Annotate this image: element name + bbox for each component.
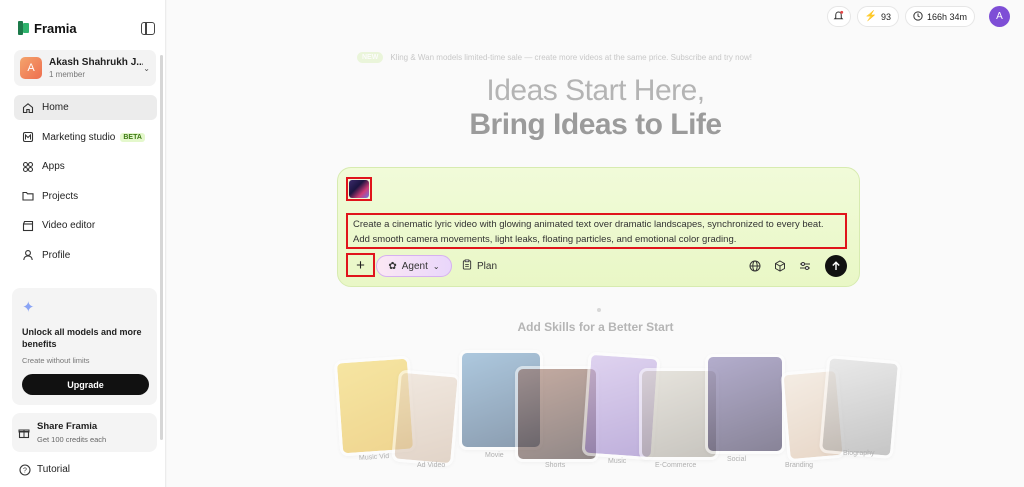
account-switcher[interactable]: A Akash Shahrukh J... 1 member ⌄ [14, 50, 156, 86]
skill-card-label: Music [608, 458, 627, 465]
user-icon [21, 249, 34, 262]
sidebar-item-label: Marketing studio [42, 131, 116, 143]
help-circle-icon: ? [18, 463, 31, 476]
app-window: Framia A Akash Shahrukh J... 1 member ⌄ … [0, 0, 1024, 487]
credits-count: 93 [880, 11, 891, 22]
share-subtitle: Get 100 credits each [37, 435, 107, 444]
account-members: 1 member [49, 70, 86, 79]
sidebar-item-home[interactable]: Home [14, 95, 157, 120]
tutorial-label: Tutorial [37, 464, 70, 475]
svg-text:?: ? [23, 467, 27, 474]
skill-card-label: E-Commerce [655, 462, 697, 469]
skill-card-label: Branding [785, 462, 814, 469]
skill-card-label: Music Vid [358, 452, 390, 463]
announcement-banner[interactable]: NEW Kling & Wan models limited-time sale… [357, 52, 752, 63]
promo-title: Unlock all models and more benefits [22, 327, 142, 349]
account-avatar: A [20, 57, 42, 79]
sidebar-item-video-editor[interactable]: Video editor [14, 213, 157, 238]
prompt-composer: Create a cinematic lyric video with glow… [337, 167, 860, 287]
sidebar-nav: Home Marketing studio BETA Apps Projects… [14, 95, 157, 272]
clipboard-icon [462, 259, 472, 273]
sidebar-item-marketing-studio[interactable]: Marketing studio BETA [14, 125, 157, 150]
skill-card-label: Biography [843, 450, 875, 457]
skill-card-label: Movie [485, 452, 504, 459]
sidebar-item-label: Video editor [42, 220, 96, 231]
hero-title-line-2: Bring Ideas to Life [469, 108, 722, 141]
lightning-icon: ⚡ [864, 11, 877, 22]
globe-icon[interactable] [748, 259, 762, 273]
cube-icon[interactable] [773, 259, 787, 273]
brand[interactable]: Framia [18, 21, 77, 36]
add-attachment-button[interactable]: + [346, 253, 375, 277]
account-name: Akash Shahrukh J... [49, 57, 144, 68]
agent-dropdown[interactable]: ✿ Agent ⌄ [376, 255, 452, 277]
announcement-text: Kling & Wan models limited-time sale — c… [390, 53, 752, 62]
time-remaining-value: 166h 34m [926, 11, 967, 22]
skill-card-ad-video[interactable] [391, 369, 461, 467]
time-remaining[interactable]: 166h 34m [904, 6, 975, 27]
composer-tools [748, 255, 847, 277]
sidebar-item-label: Apps [42, 161, 65, 172]
sidebar-item-projects[interactable]: Projects [14, 184, 157, 209]
notifications-button[interactable] [826, 6, 851, 27]
sidebar-item-profile[interactable]: Profile [14, 243, 157, 268]
main-content: ⚡ 93 166h 34m A NEW Kling & Wan models l… [167, 0, 1024, 487]
bell-icon [833, 10, 844, 23]
chevron-down-icon: ⌄ [143, 63, 150, 73]
sidebar-item-label: Profile [42, 249, 71, 261]
top-bar: ⚡ 93 166h 34m A [826, 6, 1010, 27]
thumbnail-image [349, 180, 369, 198]
send-button[interactable] [825, 255, 847, 277]
user-avatar[interactable]: A [989, 6, 1010, 27]
skill-card-label: Social [727, 456, 747, 463]
sidebar-header: Framia [18, 18, 155, 38]
prompt-input[interactable]: Create a cinematic lyric video with glow… [346, 213, 847, 249]
apps-icon [21, 160, 34, 173]
marketing-icon [21, 131, 34, 144]
skill-card-social[interactable] [705, 354, 785, 454]
sidebar: Framia A Akash Shahrukh J... 1 member ⌄ … [0, 0, 166, 487]
framia-logo-icon [18, 21, 29, 35]
skill-card-biography[interactable] [818, 354, 902, 460]
brand-name: Framia [34, 20, 77, 36]
arrow-up-icon [832, 261, 840, 270]
credits-button[interactable]: ⚡ 93 [856, 6, 899, 27]
upgrade-button[interactable]: Upgrade [22, 374, 149, 395]
clock-icon [913, 10, 923, 23]
folder-icon [21, 190, 34, 203]
sidebar-item-apps[interactable]: Apps [14, 154, 157, 179]
clapperboard-icon [21, 219, 34, 232]
promo-subtitle: Create without limits [22, 356, 90, 365]
gift-icon [17, 426, 30, 439]
plan-label: Plan [477, 260, 498, 272]
attached-image-thumbnail[interactable] [346, 177, 372, 201]
upgrade-promo-card: ✦ Unlock all models and more benefits Cr… [12, 288, 157, 405]
sidebar-item-label: Projects [42, 190, 79, 202]
chevron-down-icon: ⌄ [432, 261, 440, 271]
sidebar-collapse-icon[interactable] [141, 21, 155, 35]
plan-toggle[interactable]: Plan [462, 255, 497, 277]
share-title: Share Framia [37, 421, 98, 432]
agent-label: Agent [401, 260, 428, 272]
tutorial-link[interactable]: ? Tutorial [18, 463, 70, 476]
beta-badge: BETA [120, 132, 145, 142]
skill-card-label: Ad Video [417, 462, 446, 469]
sidebar-item-label: Home [42, 102, 69, 113]
skills-heading: Add Skills for a Better Start [517, 320, 674, 334]
hero-title-line-1: Ideas Start Here, [486, 74, 705, 107]
divider-dot [597, 308, 601, 312]
settings-sliders-icon[interactable] [798, 259, 812, 273]
sidebar-scrollbar[interactable] [160, 55, 163, 440]
home-icon [21, 101, 34, 114]
agent-icon: ✿ [388, 260, 397, 272]
sparkle-icon: ✦ [22, 299, 35, 316]
new-badge: NEW [357, 52, 384, 63]
share-framia-card[interactable]: Share Framia Get 100 credits each [12, 413, 157, 452]
skill-card-label: Shorts [545, 462, 566, 469]
